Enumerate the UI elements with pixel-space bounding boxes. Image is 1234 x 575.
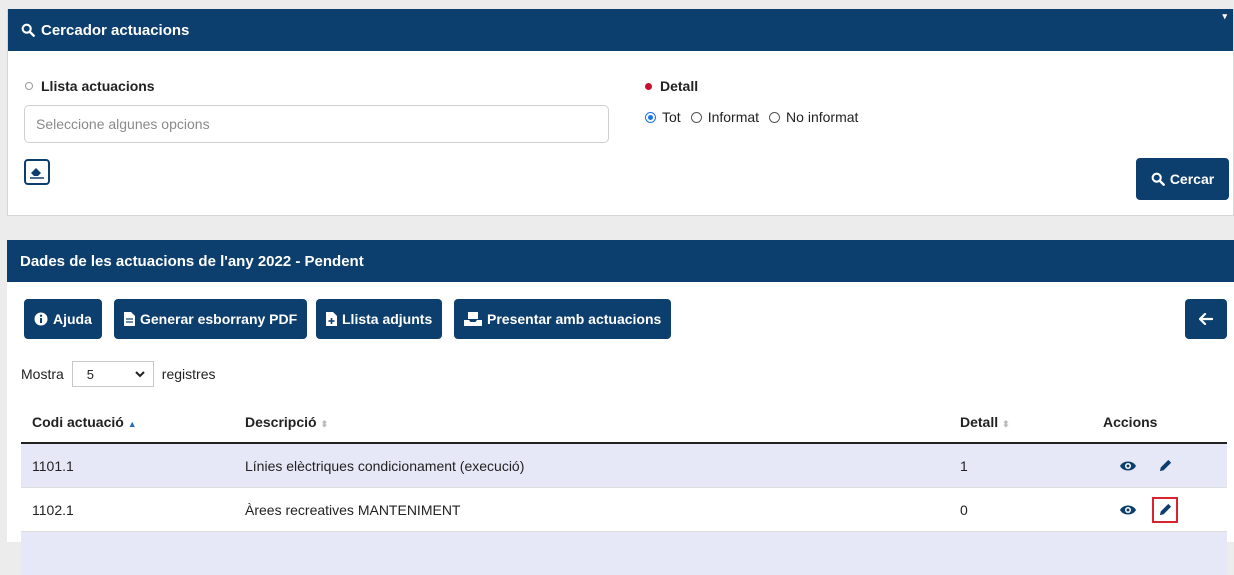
search-icon	[1151, 172, 1165, 186]
radio-tot-label[interactable]: Tot	[662, 109, 681, 125]
view-button[interactable]	[1115, 453, 1141, 479]
help-button-label: Ajuda	[53, 311, 92, 327]
list-label-text: Llista actuacions	[41, 78, 155, 94]
cell-detail: 1	[949, 443, 1092, 488]
empty-dot-icon	[25, 82, 33, 90]
edit-button[interactable]	[1152, 497, 1178, 523]
detail-label-text: Detall	[660, 78, 698, 94]
cell-code: 1101.1	[21, 443, 234, 488]
cell-detail: 0	[949, 488, 1092, 532]
radio-no-informat[interactable]	[769, 112, 780, 123]
search-button[interactable]: Cercar	[1136, 158, 1229, 200]
table-panel-title: Dades de les actuacions de l'any 2022 - …	[20, 253, 364, 270]
back-button[interactable]	[1185, 299, 1227, 339]
radio-informat[interactable]	[691, 112, 702, 123]
page-length-value: 5	[87, 367, 94, 382]
eraser-icon	[29, 165, 45, 179]
length-suffix: registres	[162, 366, 216, 382]
length-prefix: Mostra	[21, 366, 64, 382]
detail-section-label: Detall	[645, 78, 698, 94]
eye-icon	[1119, 460, 1137, 472]
col-header-actions: Accions	[1092, 402, 1227, 443]
search-panel-title: Cercador actuacions	[41, 22, 189, 39]
table-header-row: Codi actuació▲ Descripció⬍ Detall⬍ Accio…	[21, 402, 1227, 443]
attachments-button[interactable]: Llista adjunts	[316, 299, 442, 339]
search-panel-header: Cercador actuacions ▾	[8, 9, 1233, 51]
present-button[interactable]: Presentar amb actuacions	[454, 299, 671, 339]
file-icon	[124, 312, 135, 326]
eye-icon	[1119, 504, 1137, 516]
col-header-description[interactable]: Descripció⬍	[234, 402, 949, 443]
search-icon	[21, 23, 35, 37]
col-header-detail[interactable]: Detall⬍	[949, 402, 1092, 443]
pencil-icon	[1158, 502, 1173, 517]
attachments-label: Llista adjunts	[342, 311, 432, 327]
search-panel: Cercador actuacions ▾ Llista actuacions …	[7, 9, 1234, 216]
search-button-label: Cercar	[1170, 171, 1214, 187]
list-section-label: Llista actuacions	[25, 78, 155, 94]
select-placeholder: Seleccione algunes opcions	[36, 116, 210, 132]
radio-no-informat-label[interactable]: No informat	[786, 109, 858, 125]
table-row: 1102.1 Àrees recreatives MANTENIMENT 0	[21, 488, 1227, 532]
col-header-code[interactable]: Codi actuació▲	[21, 402, 234, 443]
actuacions-select[interactable]: Seleccione algunes opcions	[24, 105, 609, 143]
cell-actions	[1092, 443, 1227, 488]
red-dot-icon	[645, 83, 652, 90]
chevron-down-icon	[135, 371, 145, 378]
help-button[interactable]: Ajuda	[24, 299, 102, 339]
cell-actions	[1092, 488, 1227, 532]
file-plus-icon	[326, 312, 337, 326]
cell-description: Àrees recreatives MANTENIMENT	[234, 488, 949, 532]
radio-informat-label[interactable]: Informat	[708, 109, 759, 125]
info-icon	[34, 312, 48, 326]
table-panel: Dades de les actuacions de l'any 2022 - …	[7, 240, 1234, 542]
actuacions-table: Codi actuació▲ Descripció⬍ Detall⬍ Accio…	[21, 402, 1227, 575]
cell-description: Línies elèctriques condicionament (execu…	[234, 443, 949, 488]
inbox-icon	[464, 312, 482, 326]
generate-pdf-label: Generar esborrany PDF	[140, 311, 297, 327]
pencil-icon	[1158, 458, 1173, 473]
sort-icon: ⬍	[321, 419, 329, 429]
sort-asc-icon: ▲	[128, 419, 137, 429]
generate-pdf-button[interactable]: Generar esborrany PDF	[114, 299, 307, 339]
collapse-caret-icon[interactable]: ▾	[1222, 11, 1227, 22]
radio-tot[interactable]	[645, 112, 656, 123]
sort-icon: ⬍	[1002, 419, 1010, 429]
table-row-partial	[21, 532, 1227, 575]
arrow-left-icon	[1199, 313, 1213, 325]
view-button[interactable]	[1115, 497, 1141, 523]
clear-button[interactable]	[24, 159, 50, 185]
present-label: Presentar amb actuacions	[487, 311, 661, 327]
table-panel-header: Dades de les actuacions de l'any 2022 - …	[7, 240, 1234, 282]
page-length-select[interactable]: 5	[72, 361, 154, 387]
table-row: 1101.1 Línies elèctriques condicionament…	[21, 443, 1227, 488]
edit-button[interactable]	[1152, 453, 1178, 479]
detail-radio-group: Tot Informat No informat	[645, 109, 868, 125]
page-length-control: Mostra 5 registres	[21, 361, 215, 387]
cell-code: 1102.1	[21, 488, 234, 532]
